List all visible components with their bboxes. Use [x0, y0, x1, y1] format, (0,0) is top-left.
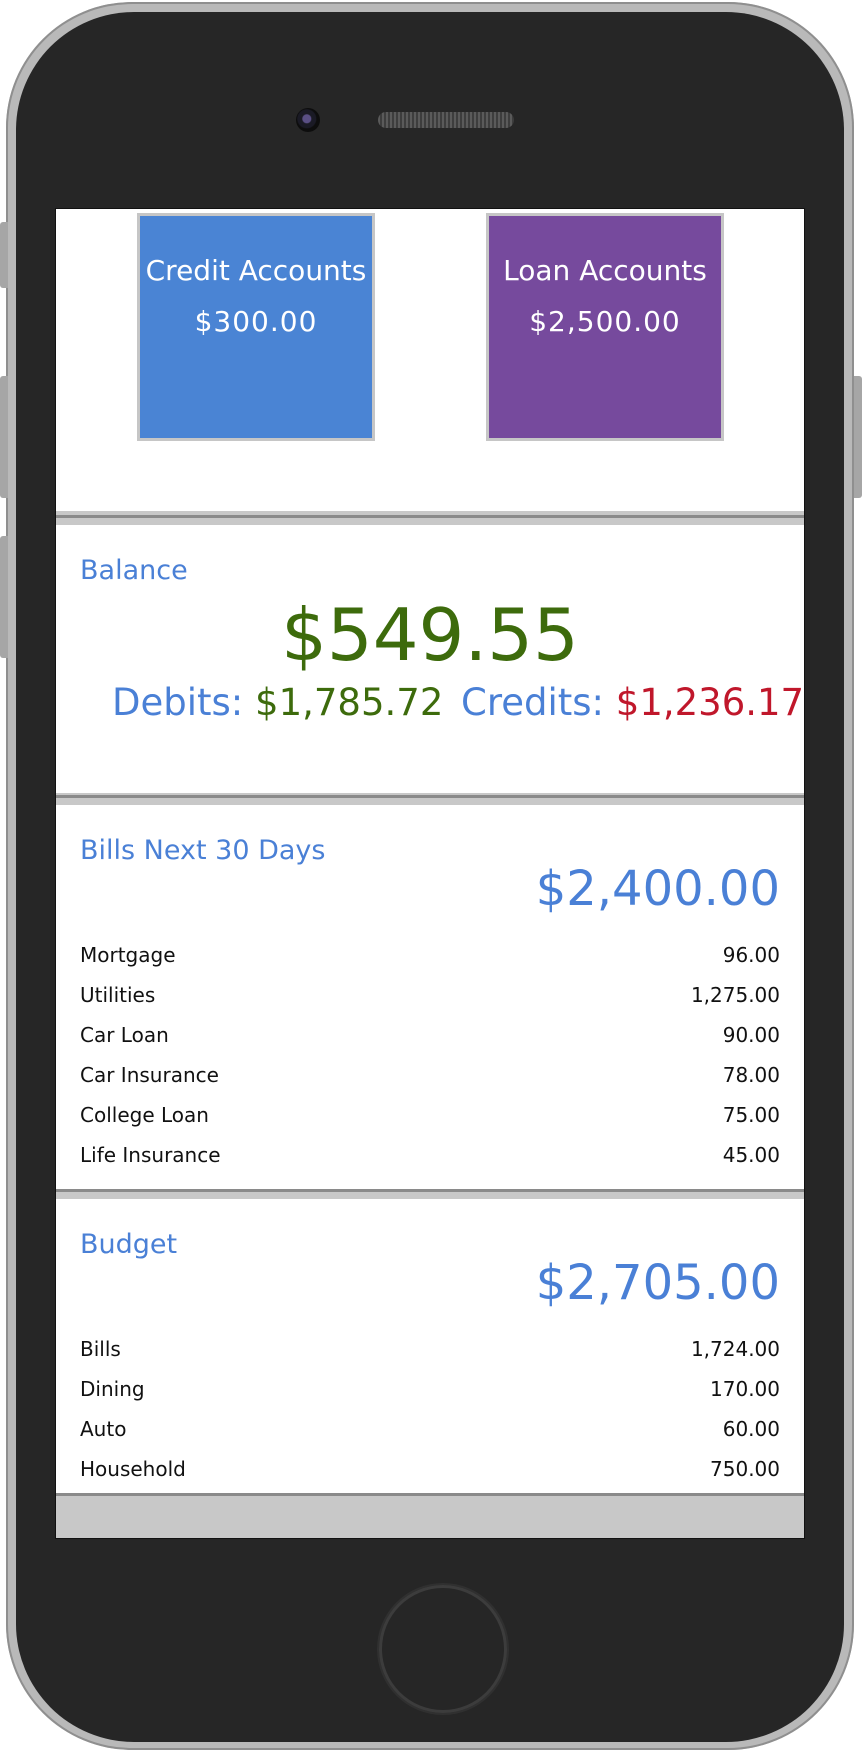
- bill-value: 78.00: [722, 1063, 780, 1087]
- budget-value: 60.00: [722, 1417, 780, 1441]
- list-item: College Loan 75.00: [80, 1103, 780, 1133]
- debits-label: Debits:: [112, 681, 244, 724]
- divider: [56, 795, 804, 805]
- budget-title: Budget: [80, 1229, 178, 1260]
- bills-title: Bills Next 30 Days: [80, 835, 326, 866]
- budget-label: Dining: [80, 1377, 145, 1401]
- divider: [56, 515, 804, 525]
- bills-panel[interactable]: Bills Next 30 Days $2,400.00 Mortgage 96.…: [56, 805, 804, 1189]
- budget-value: 170.00: [710, 1377, 780, 1401]
- list-item: Utilities 1,275.00: [80, 983, 780, 1013]
- budget-label: Auto: [80, 1417, 127, 1441]
- bill-value: 45.00: [722, 1143, 780, 1167]
- bill-label: Life Insurance: [80, 1143, 221, 1167]
- budget-label: Household: [80, 1457, 186, 1481]
- list-item: Household 750.00: [80, 1457, 780, 1487]
- list-item: Dining 170.00: [80, 1377, 780, 1407]
- camera-icon: [296, 108, 320, 132]
- accounts-panel: Credit Accounts $300.00 Loan Accounts $2…: [56, 209, 804, 511]
- list-item: Car Loan 90.00: [80, 1023, 780, 1053]
- speaker-grille: [378, 112, 514, 128]
- list-item: Life Insurance 45.00: [80, 1143, 780, 1173]
- budget-value: 1,724.00: [690, 1337, 780, 1361]
- balance-amount: $549.55: [281, 593, 579, 677]
- credit-accounts-amount: $300.00: [194, 305, 318, 338]
- bill-label: College Loan: [80, 1103, 209, 1127]
- home-button[interactable]: [379, 1585, 507, 1713]
- divider: [56, 1493, 804, 1503]
- bill-value: 90.00: [722, 1023, 780, 1047]
- balance-title: Balance: [80, 555, 188, 586]
- credits-line: Credits: $1,236.17: [461, 681, 804, 724]
- power-button: [854, 376, 862, 498]
- bill-value: 96.00: [722, 943, 780, 967]
- bill-label: Mortgage: [80, 943, 176, 967]
- balance-panel[interactable]: Balance $549.55 Debits: $1,785.72 Credit…: [56, 525, 804, 793]
- list-item: Auto 60.00: [80, 1417, 780, 1447]
- budget-value: 750.00: [710, 1457, 780, 1481]
- budget-label: Bills: [80, 1337, 121, 1361]
- bill-label: Utilities: [80, 983, 156, 1007]
- bill-value: 1,275.00: [690, 983, 780, 1007]
- divider: [56, 1189, 804, 1199]
- credits-value: $1,236.17: [615, 681, 805, 724]
- volume-down-button: [0, 536, 8, 658]
- bill-label: Car Loan: [80, 1023, 169, 1047]
- volume-up-button: [0, 376, 8, 498]
- loan-accounts-tile[interactable]: Loan Accounts $2,500.00: [486, 213, 724, 441]
- loan-accounts-title: Loan Accounts: [503, 254, 707, 287]
- app-screen: Credit Accounts $300.00 Loan Accounts $2…: [55, 208, 805, 1539]
- budget-panel[interactable]: Budget $2,705.00 Bills 1,724.00 Dining 170…: [56, 1199, 804, 1493]
- bill-label: Car Insurance: [80, 1063, 219, 1087]
- debits-value: $1,785.72: [255, 681, 444, 724]
- bills-total: $2,400.00: [535, 861, 780, 917]
- debits-line: Debits: $1,785.72: [112, 681, 443, 724]
- credits-label: Credits:: [461, 681, 605, 724]
- list-item: Mortgage 96.00: [80, 943, 780, 973]
- silent-switch: [0, 222, 8, 288]
- budget-total: $2,705.00: [535, 1255, 780, 1311]
- list-item: Bills 1,724.00: [80, 1337, 780, 1367]
- credit-accounts-title: Credit Accounts: [145, 254, 367, 287]
- list-item: Car Insurance 78.00: [80, 1063, 780, 1093]
- bill-value: 75.00: [722, 1103, 780, 1127]
- credit-accounts-tile[interactable]: Credit Accounts $300.00: [137, 213, 375, 441]
- loan-accounts-amount: $2,500.00: [529, 305, 681, 338]
